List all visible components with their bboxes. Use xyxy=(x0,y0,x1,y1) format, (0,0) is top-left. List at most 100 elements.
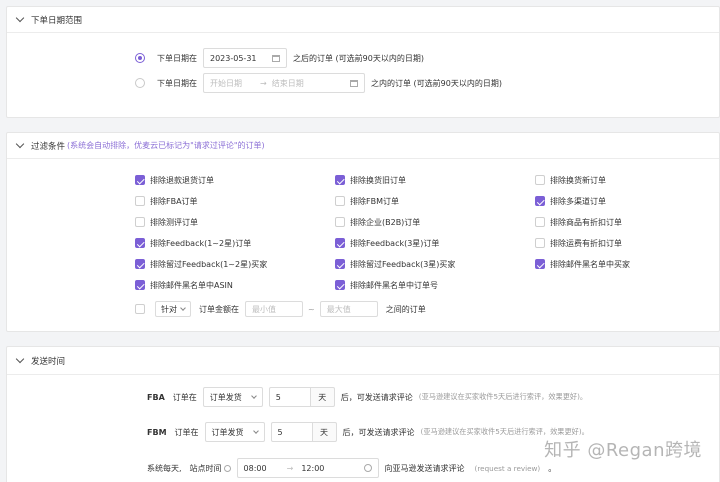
filter-option[interactable]: 排除换货新订单 xyxy=(535,173,606,187)
filter-option[interactable]: 排除FBA订单 xyxy=(135,194,198,208)
date-range-input[interactable]: 开始日期 → 结束日期 xyxy=(203,73,365,93)
date-after-label: 下单日期在 xyxy=(157,53,197,63)
calendar-icon xyxy=(272,54,280,62)
filter-option[interactable]: 排除邮件黑名单中买家 xyxy=(535,257,630,271)
site-time-label: 站点时间 xyxy=(189,463,222,473)
date-range-header[interactable]: 下单日期范围 xyxy=(7,7,719,33)
chevron-down-icon[interactable] xyxy=(15,139,25,149)
filter-checkbox[interactable] xyxy=(335,217,345,227)
filter-option-label: 排除留过Feedback(1~2星)买家 xyxy=(150,259,268,269)
date-after-suffix: 之后的订单 (可选前90天以内的日期) xyxy=(293,53,424,63)
filter-checkbox[interactable] xyxy=(135,175,145,185)
filter-option[interactable]: 排除留过Feedback(3星)买家 xyxy=(335,257,455,271)
date-after-row: 下单日期在 2023-05-31 之后的订单 (可选前90天以内的日期) xyxy=(135,47,424,69)
date-after-input[interactable]: 2023-05-31 xyxy=(203,48,287,68)
date-range-radio[interactable] xyxy=(135,78,145,88)
filter-checkbox[interactable] xyxy=(135,259,145,269)
daily-row: 系统每天, 站点时间 08:00 → 12:00 向亚马逊发送请求评论 (req… xyxy=(147,457,556,479)
chevron-down-icon xyxy=(180,305,186,311)
amount-min-input[interactable]: 最小值 xyxy=(245,301,303,317)
filter-option-label: 排除留过Feedback(3星)买家 xyxy=(350,259,456,269)
filter-checkbox[interactable] xyxy=(535,217,545,227)
calendar-icon xyxy=(350,79,358,87)
filter-checkbox[interactable] xyxy=(335,259,345,269)
fbm-days-unit: 天 xyxy=(312,422,337,442)
filter-title: 过滤条件 xyxy=(31,141,66,152)
filter-option-label: 排除Feedback(3星)订单 xyxy=(350,238,440,248)
amount-max-input[interactable]: 最大值 xyxy=(319,301,378,317)
fba-tag: FBA xyxy=(147,392,165,402)
filter-option[interactable]: 排除运费有折扣订单 xyxy=(535,236,622,250)
fbm-days-input[interactable]: 5 xyxy=(270,422,313,442)
filter-option[interactable]: 排除多渠道订单 xyxy=(535,194,606,208)
fba-event-select[interactable]: 订单发货 xyxy=(202,387,263,407)
filter-header[interactable]: 过滤条件 (系统会自动排除，优麦云已标记为"请求过评论"的订单) xyxy=(7,133,719,159)
filter-option-label: 排除换货旧订单 xyxy=(350,175,406,185)
daily-suffix: 向亚马逊发送请求评论 xyxy=(384,463,465,473)
filter-checkbox[interactable] xyxy=(335,280,345,290)
date-range-panel: 下单日期范围 下单日期在 2023-05-31 之后的订单 (可选前90天以内的… xyxy=(6,6,720,118)
filter-option[interactable]: 排除商品有折扣订单 xyxy=(535,215,622,229)
filter-hint: (系统会自动排除，优麦云已标记为"请求过评论"的订单) xyxy=(67,141,265,150)
fba-label: 订单在 xyxy=(172,392,197,402)
amount-min-placeholder: 最小值 xyxy=(252,304,276,314)
filter-checkbox[interactable] xyxy=(135,196,145,206)
daily-end-mark: 。 xyxy=(548,463,557,473)
filter-option[interactable]: 排除退款退货订单 xyxy=(135,173,214,187)
chevron-down-icon[interactable] xyxy=(15,13,25,23)
filter-option-label: 排除多渠道订单 xyxy=(550,196,606,206)
date-after-radio[interactable] xyxy=(135,53,145,63)
filter-checkbox[interactable] xyxy=(335,175,345,185)
chevron-down-icon[interactable] xyxy=(15,354,25,364)
start-date-placeholder: 开始日期 xyxy=(210,78,242,88)
daily-hint: (request a review) xyxy=(474,463,541,473)
send-time-header[interactable]: 发送时间 xyxy=(7,347,719,375)
filter-option[interactable]: 排除测评订单 xyxy=(135,215,198,229)
filter-checkbox[interactable] xyxy=(535,259,545,269)
filter-checkbox[interactable] xyxy=(535,238,545,248)
fba-row: FBA 订单在 订单发货 5 天 后，可发送请求评论 (亚马逊建议在买家收件5天… xyxy=(147,386,587,408)
filter-checkbox[interactable] xyxy=(535,175,545,185)
filter-option-label: 排除换货新订单 xyxy=(550,175,606,185)
filter-option[interactable]: 排除留过Feedback(1~2星)买家 xyxy=(135,257,267,271)
date-range-title: 下单日期范围 xyxy=(31,15,83,26)
date-range-row: 下单日期在 开始日期 → 结束日期 之内的订单 (可选前90天以内的日期) xyxy=(135,72,502,94)
filter-checkbox[interactable] xyxy=(135,238,145,248)
filter-option[interactable]: 排除Feedback(1~2星)订单 xyxy=(135,236,251,250)
filter-checkbox[interactable] xyxy=(335,196,345,206)
amount-target-select[interactable]: 针对 xyxy=(155,301,191,317)
date-after-value: 2023-05-31 xyxy=(210,53,257,63)
fba-hint: (亚马逊建议在买家收件5天后进行索评，效果更好)。 xyxy=(418,392,588,401)
filter-option[interactable]: 排除换货旧订单 xyxy=(335,173,406,187)
filter-option[interactable]: 排除企业(B2B)订单 xyxy=(335,215,420,229)
filter-option-label: 排除退款退货订单 xyxy=(150,175,214,185)
range-arrow: → xyxy=(260,78,267,88)
filter-option[interactable]: 排除FBM订单 xyxy=(335,194,399,208)
filter-checkbox[interactable] xyxy=(135,217,145,227)
filter-option-label: 排除企业(B2B)订单 xyxy=(350,217,421,227)
fbm-tag: FBM xyxy=(147,427,167,437)
fba-suffix: 后，可发送请求评论 xyxy=(340,392,413,402)
date-range-label: 下单日期在 xyxy=(157,78,197,88)
time-range-input[interactable]: 08:00 → 12:00 xyxy=(236,458,379,478)
filter-option[interactable]: 排除Feedback(3星)订单 xyxy=(335,236,439,250)
amount-checkbox[interactable] xyxy=(135,304,145,314)
filter-panel: 过滤条件 (系统会自动排除，优麦云已标记为"请求过评论"的订单) 排除退款退货订… xyxy=(6,132,720,332)
end-time-value: 12:00 xyxy=(301,463,325,473)
fbm-event-select[interactable]: 订单发货 xyxy=(204,422,265,442)
chevron-down-icon xyxy=(250,393,257,399)
filter-option[interactable]: 排除邮件黑名单中ASIN xyxy=(135,278,233,292)
filter-option[interactable]: 排除邮件黑名单中订单号 xyxy=(335,278,438,292)
fba-days-input[interactable]: 5 xyxy=(268,387,311,407)
filter-checkbox[interactable] xyxy=(135,280,145,290)
filter-checkbox[interactable] xyxy=(535,196,545,206)
amount-row: 针对 订单金额在 最小值 ~ 最大值 之间的订单 xyxy=(135,301,426,317)
watermark: 知乎 @Regan跨境 xyxy=(544,440,702,461)
info-icon[interactable] xyxy=(223,464,231,472)
fba-days-unit: 天 xyxy=(310,387,335,407)
clock-icon xyxy=(363,464,372,472)
amount-label: 订单金额在 xyxy=(199,304,239,314)
fbm-event-value: 订单发货 xyxy=(211,427,244,437)
filter-option-label: 排除测评订单 xyxy=(150,217,198,227)
filter-checkbox[interactable] xyxy=(335,238,345,248)
